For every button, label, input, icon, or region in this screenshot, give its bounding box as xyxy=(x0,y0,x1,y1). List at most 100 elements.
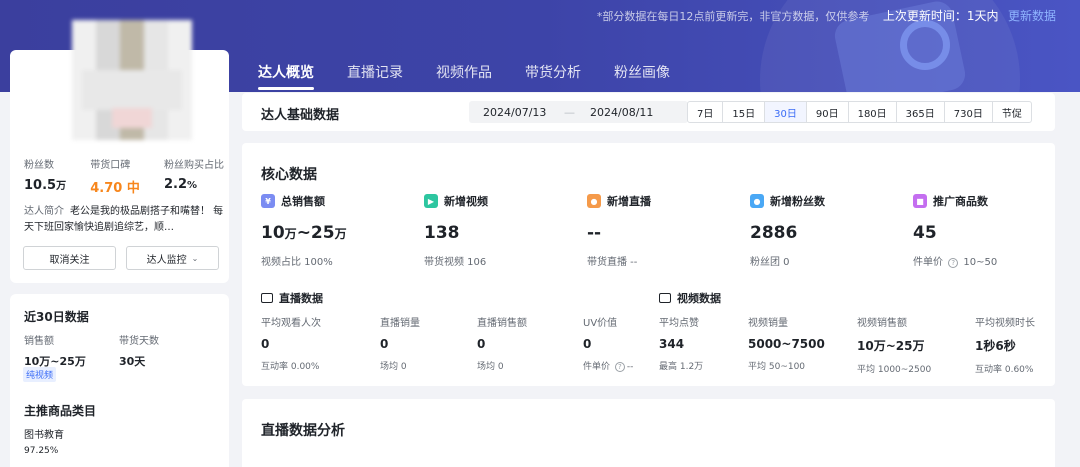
unit-price-value: 10~50 xyxy=(963,257,998,268)
banner-decoration xyxy=(900,20,950,70)
category-percent: 97.25% xyxy=(24,446,59,456)
live-sales-amount-value: 0 xyxy=(477,337,486,351)
new-fans-metric: ● 新增粉丝数 2886 粉丝团 0 xyxy=(750,193,910,268)
live-sales-volume-sub: 场均 0 xyxy=(380,362,407,372)
new-videos-label: 新增视频 xyxy=(444,195,488,208)
new-fans-sub: 粉丝团 0 xyxy=(750,257,790,268)
monitor-dropdown-button[interactable]: 达人监控 ⌄ xyxy=(126,246,219,270)
help-icon[interactable]: ? xyxy=(948,258,959,268)
fans-value: 10.5 xyxy=(24,178,57,193)
refresh-data-link[interactable]: 更新数据 xyxy=(1008,9,1056,23)
core-data-title: 核心数据 xyxy=(261,167,317,183)
video-sales-amount-sub: 平均 1000~2500 xyxy=(857,365,932,375)
last-update-text: 上次更新时间：1天内 xyxy=(882,9,999,23)
promo-products-sub: 件单价 ? 10~50 xyxy=(913,253,1073,268)
sales-stat: 销售额 10万~25万 xyxy=(24,332,86,369)
video-sales-volume-sub: 平均 50~100 xyxy=(748,362,806,372)
live-analysis-card: 直播数据分析 xyxy=(242,399,1055,467)
live-sales-volume-stat: 直播销量 0 场均 0 xyxy=(380,314,490,372)
new-fans-label: 新增粉丝数 xyxy=(770,195,825,208)
avg-video-duration-value: 1秒6秒 xyxy=(975,339,1016,353)
avg-video-duration-sub: 互动率 0.60% xyxy=(975,365,1034,375)
video-sales-amount-label: 视频销售额 xyxy=(857,318,907,329)
chevron-down-icon: ⌄ xyxy=(191,253,199,263)
profile-actions: 取消关注 达人监控 ⌄ xyxy=(23,246,219,270)
live-camera-icon xyxy=(261,293,273,303)
tab-videos[interactable]: 视频作品 xyxy=(436,62,492,90)
new-live-metric: ● 新增直播 -- 带货直播 -- xyxy=(587,193,747,268)
avg-video-duration-label: 平均视频时长 xyxy=(975,318,1035,329)
range-180d[interactable]: 180日 xyxy=(847,101,897,123)
video-sales-amount-value: 10万~25万 xyxy=(857,339,925,353)
video-sales-volume-stat: 视频销量 5000~7500 平均 50~100 xyxy=(748,314,858,372)
total-sales-value-low: 10 xyxy=(261,223,285,243)
live-analysis-title: 直播数据分析 xyxy=(261,423,345,439)
total-sales-metric: ¥ 总销售额 10万~25万 视频占比 100% xyxy=(261,193,421,268)
recent30-card: 近30日数据 销售额 10万~25万 带货天数 30天 纯视频 主推商品类目 图… xyxy=(10,294,229,467)
live-data-title: 直播数据 xyxy=(279,292,323,305)
core-data-card: 核心数据 ¥ 总销售额 10万~25万 视频占比 100% ▶ 新增视频 138 带… xyxy=(242,143,1055,386)
range-365d[interactable]: 365日 xyxy=(895,101,945,123)
recent30-title: 近30日数据 xyxy=(24,310,89,324)
update-notice: *部分数据在每日12点前更新完，非官方数据，仅供参考 上次更新时间：1天内 更新… xyxy=(597,7,1056,24)
days-value: 30天 xyxy=(119,355,146,368)
total-sales-value-high: ~25 xyxy=(296,223,335,243)
category-title: 主推商品类目 xyxy=(24,404,97,418)
main-tabs: 达人概览 直播记录 视频作品 带货分析 粉丝画像 xyxy=(258,62,703,90)
live-sales-amount-stat: 直播销售额 0 场均 0 xyxy=(477,314,587,372)
date-start[interactable]: 2024/07/13 xyxy=(483,106,546,119)
user-icon: ● xyxy=(750,194,764,208)
unfollow-button[interactable]: 取消关注 xyxy=(23,246,116,270)
tab-fans-profile[interactable]: 粉丝画像 xyxy=(614,62,670,90)
unit-price-label: 件单价 xyxy=(913,257,943,268)
tab-overview[interactable]: 达人概览 xyxy=(258,62,314,90)
sales-label: 销售额 xyxy=(24,336,54,347)
unit-text: 万 xyxy=(284,227,297,241)
video-sales-volume-value: 5000~7500 xyxy=(748,337,825,351)
live-sales-amount-sub: 场均 0 xyxy=(477,362,504,372)
live-data-section: 直播数据 xyxy=(261,290,323,306)
profile-card: 粉丝数 10.5万 带货口碑 4.70 中 粉丝购买占比 2.2% 达人简介 老公… xyxy=(10,20,229,283)
new-videos-sub: 带货视频 106 xyxy=(424,257,487,268)
disclaimer-text: *部分数据在每日12点前更新完，非官方数据，仅供参考 xyxy=(596,10,870,23)
range-30d[interactable]: 30日 xyxy=(764,101,807,123)
range-90d[interactable]: 90日 xyxy=(805,101,849,123)
live-sales-volume-label: 直播销量 xyxy=(380,318,420,329)
fans-unit: 万 xyxy=(56,181,67,192)
range-promo[interactable]: 节促 xyxy=(991,101,1032,123)
date-end[interactable]: 2024/08/11 xyxy=(590,106,653,119)
new-fans-value: 2886 xyxy=(750,223,798,243)
new-live-label: 新增直播 xyxy=(607,195,651,208)
range-730d[interactable]: 730日 xyxy=(943,101,993,123)
reputation-stat: 带货口碑 4.70 中 xyxy=(90,156,140,196)
buy-ratio-stat: 粉丝购买占比 2.2% xyxy=(164,156,224,196)
total-sales-label: 总销售额 xyxy=(281,195,325,208)
tab-sales-analysis[interactable]: 带货分析 xyxy=(525,62,581,90)
video-data-section: 视频数据 xyxy=(659,290,721,306)
buy-ratio-unit: % xyxy=(187,180,198,191)
yen-icon: ¥ xyxy=(261,194,275,208)
bag-icon: ■ xyxy=(913,194,927,208)
unit-price-value: -- xyxy=(626,362,634,372)
avg-viewers-value: 0 xyxy=(261,337,270,351)
range-15d[interactable]: 15日 xyxy=(722,101,766,123)
profile-stats: 粉丝数 10.5万 带货口碑 4.70 中 粉丝购买占比 2.2% xyxy=(24,156,224,196)
avg-viewers-stat: 平均观看人次 0 互动率 0.00% xyxy=(261,314,371,372)
avg-viewers-label: 平均观看人次 xyxy=(261,318,321,329)
live-icon: ● xyxy=(587,194,601,208)
reputation-value: 4.70 中 xyxy=(90,181,140,196)
buy-ratio-value: 2.2 xyxy=(164,177,188,192)
range-7d[interactable]: 7日 xyxy=(687,101,724,123)
base-data-bar: 达人基础数据 2024/07/13 — 2024/08/11 7日 15日 30… xyxy=(242,93,1055,131)
new-live-value: -- xyxy=(587,223,602,243)
avg-viewers-sub: 互动率 0.00% xyxy=(261,362,320,372)
video-calendar-icon xyxy=(659,293,671,303)
help-icon[interactable]: ? xyxy=(614,362,625,372)
unfollow-label: 取消关注 xyxy=(49,254,90,266)
tab-live-records[interactable]: 直播记录 xyxy=(347,62,403,90)
promo-products-value: 45 xyxy=(913,223,937,243)
video-sales-volume-label: 视频销量 xyxy=(748,318,788,329)
avg-video-duration-stat: 平均视频时长 1秒6秒 互动率 0.60% xyxy=(975,314,1080,375)
date-range-picker[interactable]: 2024/07/13 — 2024/08/11 xyxy=(469,101,688,123)
new-videos-value: 138 xyxy=(424,223,460,243)
